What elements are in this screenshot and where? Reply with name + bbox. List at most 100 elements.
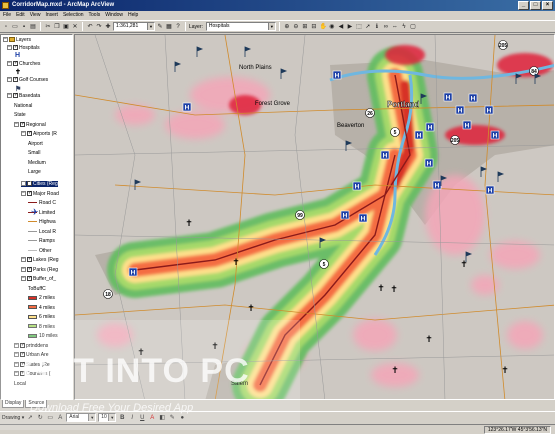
- map-canvas[interactable]: Portland North Plains Beaverton Forest G…: [75, 35, 555, 400]
- menu-selection[interactable]: Selection: [63, 11, 84, 20]
- print-icon[interactable]: ▤: [29, 23, 37, 31]
- toc-item[interactable]: Highwa: [28, 219, 56, 225]
- toc-item[interactable]: − ✓Golf Courses: [7, 77, 48, 83]
- collapse-icon[interactable]: −: [14, 361, 19, 367]
- toc-item[interactable]: Small: [28, 150, 41, 156]
- layer-visibility-checkbox[interactable]: ✓: [27, 257, 32, 263]
- new-document-icon[interactable]: ▫: [2, 23, 10, 31]
- toc-item[interactable]: Other: [28, 248, 52, 254]
- layer-visibility-checkbox[interactable]: ✓: [20, 342, 25, 348]
- toc-item[interactable]: − ✓Major Road: [21, 190, 59, 197]
- church-icon[interactable]: ✝: [211, 342, 219, 352]
- toc-item[interactable]: Ramps: [28, 238, 55, 244]
- toc-item[interactable]: Airport: [28, 141, 43, 147]
- toc-item[interactable]: − ✓Lakes (Reg: [21, 257, 59, 263]
- toc-item[interactable]: National: [14, 103, 32, 109]
- marker-color-icon[interactable]: ●: [178, 414, 186, 422]
- toc-item[interactable]: Road C: [28, 200, 56, 206]
- church-icon[interactable]: ✝: [185, 219, 193, 229]
- layer-visibility-checkbox[interactable]: ✓: [20, 121, 25, 127]
- collapse-icon[interactable]: −: [7, 93, 12, 99]
- toc-item[interactable]: ToBuffC: [28, 286, 46, 292]
- toc-item[interactable]: 6 miles: [28, 314, 55, 320]
- fixed-zoom-out-icon[interactable]: ⊟: [310, 23, 318, 31]
- fixed-zoom-in-icon[interactable]: ⊞: [301, 23, 309, 31]
- collapse-icon[interactable]: −: [21, 131, 26, 137]
- toc-item[interactable]: − ✓Cities (Reg: [21, 181, 58, 187]
- layer-visibility-checkbox[interactable]: ✓: [27, 181, 32, 187]
- collapse-icon[interactable]: −: [21, 181, 26, 187]
- collapse-icon[interactable]: −: [21, 276, 26, 282]
- collapse-icon[interactable]: −: [14, 371, 19, 377]
- collapse-icon[interactable]: −: [14, 352, 19, 358]
- church-icon[interactable]: ✝: [460, 260, 468, 270]
- toc-item[interactable]: − ✓Hospitals: [7, 45, 40, 51]
- collapse-icon[interactable]: −: [3, 37, 8, 43]
- tab-display[interactable]: Display: [2, 400, 25, 408]
- collapse-icon[interactable]: −: [21, 257, 26, 263]
- bold-button[interactable]: B: [118, 414, 126, 422]
- toc-item[interactable]: State: [14, 112, 26, 118]
- find-binoculars-icon[interactable]: ∞: [382, 23, 390, 31]
- cut-icon[interactable]: ✂: [44, 23, 52, 31]
- text-tool-icon[interactable]: A: [56, 414, 64, 422]
- font-color-icon[interactable]: A: [148, 414, 156, 422]
- select-features-icon[interactable]: ⬚: [355, 23, 363, 31]
- line-color-icon[interactable]: ✎: [168, 414, 176, 422]
- chevron-down-icon[interactable]: ▼: [267, 23, 275, 30]
- add-data-icon[interactable]: ✚: [104, 23, 112, 31]
- toc-item[interactable]: Local R: [28, 229, 56, 235]
- redo-icon[interactable]: ↷: [95, 23, 103, 31]
- chevron-down-icon[interactable]: ▼: [147, 23, 154, 30]
- measure-icon[interactable]: ⇔: [391, 23, 399, 31]
- font-size-combo[interactable]: 10 ▼: [98, 413, 117, 422]
- layer-visibility-checkbox[interactable]: ✓: [13, 61, 18, 67]
- back-extent-icon[interactable]: ◀: [337, 23, 345, 31]
- layer-visibility-checkbox[interactable]: ✓: [13, 93, 18, 99]
- church-icon[interactable]: ✝: [247, 304, 255, 314]
- hyperlink-lightning-icon[interactable]: ϟ: [400, 23, 408, 31]
- maximize-button[interactable]: □: [530, 1, 541, 10]
- arctoolbox-icon[interactable]: ▦: [165, 23, 173, 31]
- layer-visibility-checkbox[interactable]: ✓: [27, 131, 32, 137]
- menu-window[interactable]: Window: [105, 11, 123, 20]
- font-combo[interactable]: Arial ▼: [66, 413, 97, 422]
- full-extent-globe-icon[interactable]: ◉: [328, 23, 336, 31]
- map-view[interactable]: Portland North Plains Beaverton Forest G…: [74, 34, 555, 400]
- church-icon[interactable]: ✝: [390, 285, 398, 295]
- church-icon[interactable]: ✝: [425, 335, 433, 345]
- map-scale-combo[interactable]: 1:361,281 ▼: [113, 22, 155, 31]
- collapse-icon[interactable]: −: [21, 266, 26, 272]
- help-icon[interactable]: ?: [174, 23, 182, 31]
- close-button[interactable]: ×: [542, 1, 553, 10]
- toc-root-layers[interactable]: − Layers: [3, 37, 31, 43]
- zoom-in-icon[interactable]: ⊕: [283, 23, 291, 31]
- toc-item[interactable]: − ✓Churches: [7, 61, 40, 67]
- toc-item[interactable]: Large: [28, 169, 41, 175]
- collapse-icon[interactable]: −: [21, 190, 26, 196]
- identify-icon[interactable]: ℹ: [373, 23, 381, 31]
- collapse-icon[interactable]: −: [14, 121, 19, 127]
- menu-tools[interactable]: Tools: [89, 11, 101, 20]
- collapse-icon[interactable]: −: [7, 61, 12, 67]
- menu-view[interactable]: View: [30, 11, 41, 20]
- paste-icon[interactable]: ▣: [62, 23, 70, 31]
- toc-item[interactable]: 10 miles: [28, 333, 58, 339]
- copy-icon[interactable]: ❐: [53, 23, 61, 31]
- toc-item[interactable]: − ✓Basedata: [7, 93, 40, 99]
- delete-icon[interactable]: ✕: [71, 23, 79, 31]
- editor-toolbar-icon[interactable]: ✎: [156, 23, 164, 31]
- underline-button[interactable]: U: [138, 414, 146, 422]
- open-folder-icon[interactable]: ▭: [11, 23, 19, 31]
- toc-item[interactable]: − ✓Parks (Reg: [21, 266, 58, 273]
- menu-help[interactable]: Help: [128, 11, 138, 20]
- toc-item[interactable]: 4 miles: [28, 305, 55, 311]
- church-icon[interactable]: ✝: [232, 258, 240, 268]
- layer-combo[interactable]: Hospitals ▼: [205, 22, 276, 31]
- church-icon[interactable]: ✝: [377, 284, 385, 294]
- fill-color-icon[interactable]: ◧: [158, 414, 166, 422]
- chevron-down-icon[interactable]: ▼: [108, 414, 116, 421]
- church-icon[interactable]: ✝: [391, 366, 399, 376]
- italic-button[interactable]: I: [128, 414, 136, 422]
- undo-icon[interactable]: ↶: [86, 23, 94, 31]
